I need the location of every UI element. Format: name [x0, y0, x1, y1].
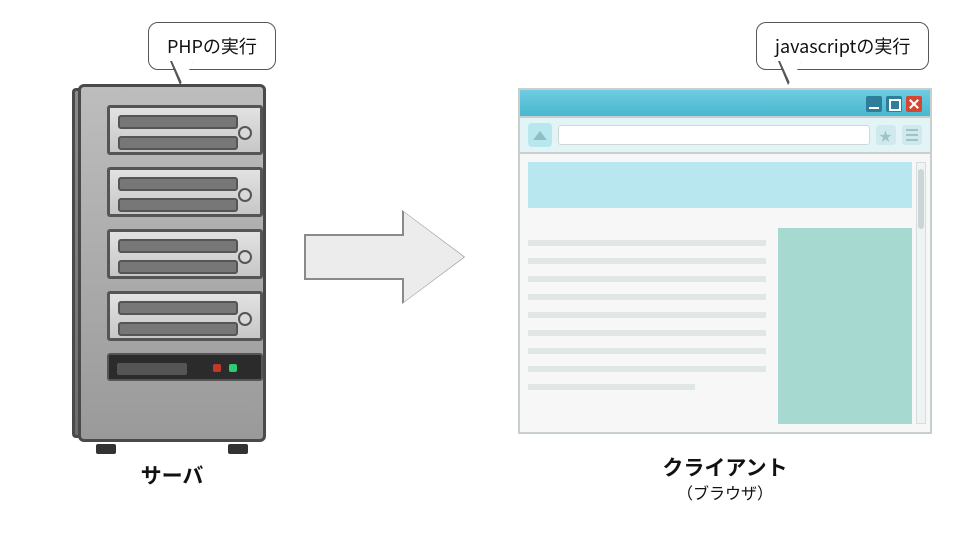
page-aside-block — [778, 228, 912, 424]
text-line — [528, 294, 766, 300]
drive-knob — [238, 126, 252, 140]
drive-bay — [107, 167, 263, 217]
text-line — [528, 384, 695, 390]
client-label-text: クライアント — [662, 452, 787, 482]
server-callout: PHPの実行 — [148, 22, 276, 70]
page-content-block — [528, 228, 766, 424]
text-line — [528, 348, 766, 354]
status-led-red — [213, 364, 221, 372]
scrollbar-thumb — [918, 169, 924, 229]
scrollbar — [916, 162, 926, 424]
text-line — [528, 366, 766, 372]
text-line — [528, 276, 766, 282]
server-foot — [96, 444, 116, 454]
server-foot — [228, 444, 248, 454]
client-sublabel: （ブラウザ） — [518, 480, 932, 504]
browser-toolbar — [520, 118, 930, 154]
minimize-icon — [866, 96, 882, 112]
browser-window — [518, 88, 932, 434]
home-icon — [528, 123, 552, 147]
client-sublabel-text: （ブラウザ） — [677, 480, 773, 504]
status-led-green — [229, 364, 237, 372]
url-bar — [558, 125, 870, 145]
drive-slot — [118, 301, 238, 315]
hamburger-icon — [902, 125, 922, 145]
page-hero-block — [528, 162, 912, 208]
close-icon — [906, 96, 922, 112]
server-callout-text: PHPの実行 — [167, 33, 257, 59]
client-callout-tail — [778, 61, 802, 85]
server-illustration — [72, 78, 272, 448]
maximize-icon — [886, 96, 902, 112]
browser-viewport — [528, 162, 912, 424]
star-icon — [876, 125, 896, 145]
drive-slot — [118, 198, 238, 212]
browser-titlebar — [520, 90, 930, 118]
text-line — [528, 258, 766, 264]
drive-slot — [118, 115, 238, 129]
drive-slot — [118, 322, 238, 336]
server-label: サーバ — [72, 460, 272, 490]
drive-bay — [107, 105, 263, 155]
text-line — [528, 240, 766, 246]
arrow-right-icon — [304, 212, 464, 302]
drive-slot — [118, 136, 238, 150]
drive-bay — [107, 291, 263, 341]
drive-knob — [238, 250, 252, 264]
drive-slot — [118, 260, 238, 274]
drive-knob — [238, 312, 252, 326]
server-control-panel — [107, 353, 263, 381]
text-line — [528, 330, 766, 336]
server-label-text: サーバ — [141, 460, 204, 490]
drive-slot — [118, 177, 238, 191]
drive-slot — [118, 239, 238, 253]
client-callout-text: javascriptの実行 — [775, 33, 910, 59]
drive-knob — [238, 188, 252, 202]
client-label: クライアント — [518, 452, 932, 482]
optical-drive — [117, 363, 187, 375]
server-body — [78, 84, 266, 442]
drive-bay — [107, 229, 263, 279]
text-line — [528, 312, 766, 318]
